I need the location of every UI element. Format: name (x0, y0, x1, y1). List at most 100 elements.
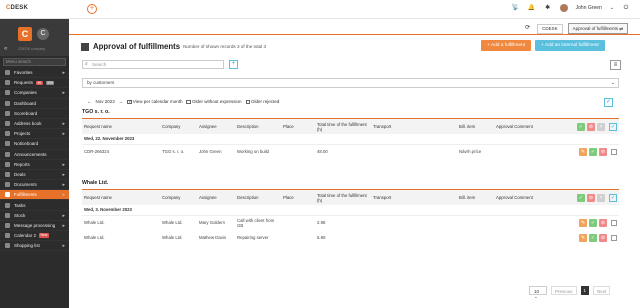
column-header[interactable]: Approval Comment (494, 190, 548, 205)
column-header[interactable]: Company (160, 190, 197, 205)
menu-item-icon (5, 171, 10, 177)
sidebar-item-tasks[interactable]: Tasks (0, 200, 69, 211)
sidebar-item-favorites[interactable]: Favorites ▸ (0, 68, 69, 79)
approve-all-button[interactable]: ✓ (577, 122, 585, 131)
sidebar-item-reports[interactable]: Reports ▸ (0, 160, 69, 170)
column-header[interactable]: Assignee (197, 190, 235, 205)
row-checkbox[interactable] (611, 234, 617, 241)
next-page-button[interactable]: Next (593, 286, 611, 295)
approve-button[interactable]: ✓ (589, 233, 597, 242)
reject-button[interactable]: ⊘ (599, 218, 607, 227)
column-header[interactable]: Total time of the fulfillment (h) (315, 190, 371, 205)
view-per-month-checkbox[interactable]: View per calendar month (127, 99, 182, 104)
row-checkbox[interactable] (611, 148, 617, 155)
older-rejected-checkbox[interactable]: Older rejected (245, 99, 279, 105)
column-header[interactable]: Place (281, 190, 315, 205)
sidebar-item-announcements[interactable]: Announcements (0, 150, 69, 160)
sidebar-item-address-book[interactable]: Address book ▸ (0, 119, 69, 130)
satellite-icon[interactable]: 📡 (512, 4, 520, 12)
edit-button[interactable]: ✎ (579, 147, 587, 156)
column-header[interactable]: Request name (82, 190, 160, 205)
request-name-cell[interactable]: CDR-266324 (82, 144, 160, 159)
column-header[interactable]: Place (281, 119, 315, 134)
older-without-expression-checkbox[interactable]: Older without expression (186, 99, 242, 105)
sidebar-item-dashboard[interactable]: Dashboard (0, 99, 69, 109)
sidebar-item-noticeboard[interactable]: Noticeboard (0, 139, 69, 150)
sidebar-item-fulfillments[interactable]: Fulfillments ▸ (0, 190, 69, 201)
power-icon[interactable]: ⏻ (622, 4, 630, 12)
edit-button[interactable]: ✎ (579, 233, 587, 242)
reject-all-button[interactable]: ⊘ (587, 122, 595, 131)
month-next-button[interactable]: → (119, 99, 124, 104)
sidebar-item-companies[interactable]: Companies ▸ (0, 88, 69, 99)
menu-search-input[interactable]: Menu search (3, 58, 66, 66)
reject-all-button[interactable]: ⊘ (587, 193, 595, 202)
sidebar-item-documents[interactable]: Documents ▸ (0, 180, 69, 191)
table-row[interactable]: Whale Ltd. Whale Ltd. Mathew Davis Repairin… (82, 230, 619, 245)
swap-icon[interactable]: ⇄ (619, 26, 623, 31)
previous-page-button[interactable]: Previous (551, 286, 577, 295)
column-header[interactable]: Company (160, 119, 197, 134)
description-cell: Call with client from GB (237, 217, 275, 228)
avatar[interactable] (559, 4, 568, 12)
column-header[interactable]: Description (235, 119, 281, 134)
tab-cdesk[interactable]: CDESK (537, 23, 563, 34)
quick-add-button[interactable]: + (87, 4, 97, 14)
column-header[interactable]: Assignee (197, 119, 235, 134)
column-header[interactable]: Description (235, 190, 281, 205)
search-add-button[interactable]: + (229, 60, 238, 69)
select-all-button[interactable]: ✓ (604, 98, 613, 107)
sidebar-item-stock[interactable]: Stock ▸ (0, 211, 69, 221)
current-page-button[interactable]: 1 (580, 286, 590, 295)
hide-all-button[interactable]: × (597, 122, 605, 131)
search-input[interactable]: ⌕ Search (82, 60, 224, 69)
sidebar-item-scoreboard[interactable]: Scoreboard (0, 109, 69, 119)
records-count: Number of shown records 3 of the total 3 (183, 44, 267, 49)
add-internal-fulfillment-button[interactable]: + Add an internal fulfillment (535, 40, 605, 51)
sidebar-item-shopping-list[interactable]: Shopping list ▸ (0, 241, 69, 252)
sidebar-item-deals[interactable]: Deals ▸ (0, 170, 69, 181)
approve-all-button[interactable]: ✓ (577, 193, 585, 202)
sidebar-item-requests[interactable]: Requests 99 999 (0, 78, 69, 89)
tab-approval-of-fulfillments[interactable]: Approval of fulfillments ⇄ (567, 23, 628, 34)
hide-all-button[interactable]: × (597, 193, 605, 202)
approve-button[interactable]: ✓ (589, 218, 597, 227)
column-header[interactable]: Total time of the fulfillment (h) (315, 119, 371, 134)
per-page-select[interactable]: 10 ⌄ (529, 286, 547, 299)
request-name-cell[interactable]: Whale Ltd. (82, 230, 160, 245)
column-header[interactable]: Approval Comment (494, 119, 548, 134)
bug-icon[interactable]: ✱ (544, 4, 552, 12)
menu-item-icon (5, 151, 10, 157)
column-header[interactable]: Transport (371, 119, 457, 134)
add-fulfillment-button[interactable]: + Add a fulfillment (481, 40, 531, 51)
reject-button[interactable]: ⊘ (599, 233, 607, 242)
bell-icon[interactable]: 🔔 (528, 4, 536, 12)
user-name[interactable]: John Green (576, 5, 602, 11)
edit-button[interactable]: ✎ (579, 218, 587, 227)
row-checkbox[interactable] (611, 219, 617, 226)
approval-comment-cell[interactable] (494, 230, 548, 245)
table-row[interactable]: CDR-266324 TGO s. r. o. John Green Working … (82, 144, 619, 159)
sidebar-item-calendar-2[interactable]: Calendar 2 New (0, 231, 69, 242)
column-header[interactable]: Request name (82, 119, 160, 134)
hamburger-menu-button[interactable]: ≡ (610, 60, 621, 70)
column-header[interactable]: Bill. item (457, 190, 494, 205)
table-row[interactable]: Whale Ltd. Whale Ltd. Mary Goldern Call wit… (82, 215, 619, 230)
sidebar-item-message-processing[interactable]: Message processing ▸ (0, 221, 69, 231)
refresh-icon[interactable]: ⟳ (523, 24, 532, 33)
sidebar-item-projects[interactable]: Projects ▸ (0, 129, 69, 140)
request-name-cell[interactable]: Whale Ltd. (82, 215, 160, 230)
approval-comment-cell[interactable] (494, 215, 548, 230)
chevron-down-icon[interactable]: ⌄ (610, 5, 614, 11)
collapse-icon[interactable]: « (4, 46, 7, 52)
app-logo[interactable]: CDESK (6, 5, 28, 11)
approve-button[interactable]: ✓ (589, 147, 597, 156)
select-all-checkbox[interactable]: ✓ (609, 193, 617, 202)
select-all-checkbox[interactable]: ✓ (609, 122, 617, 131)
reject-button[interactable]: ⊘ (599, 147, 607, 156)
column-header[interactable]: Bill. item (457, 119, 494, 134)
customer-filter-select[interactable]: by customers ⌄ (82, 78, 619, 88)
column-header[interactable]: Transport (371, 190, 457, 205)
approval-comment-cell[interactable] (494, 144, 548, 159)
month-prev-button[interactable]: ← (87, 99, 92, 104)
